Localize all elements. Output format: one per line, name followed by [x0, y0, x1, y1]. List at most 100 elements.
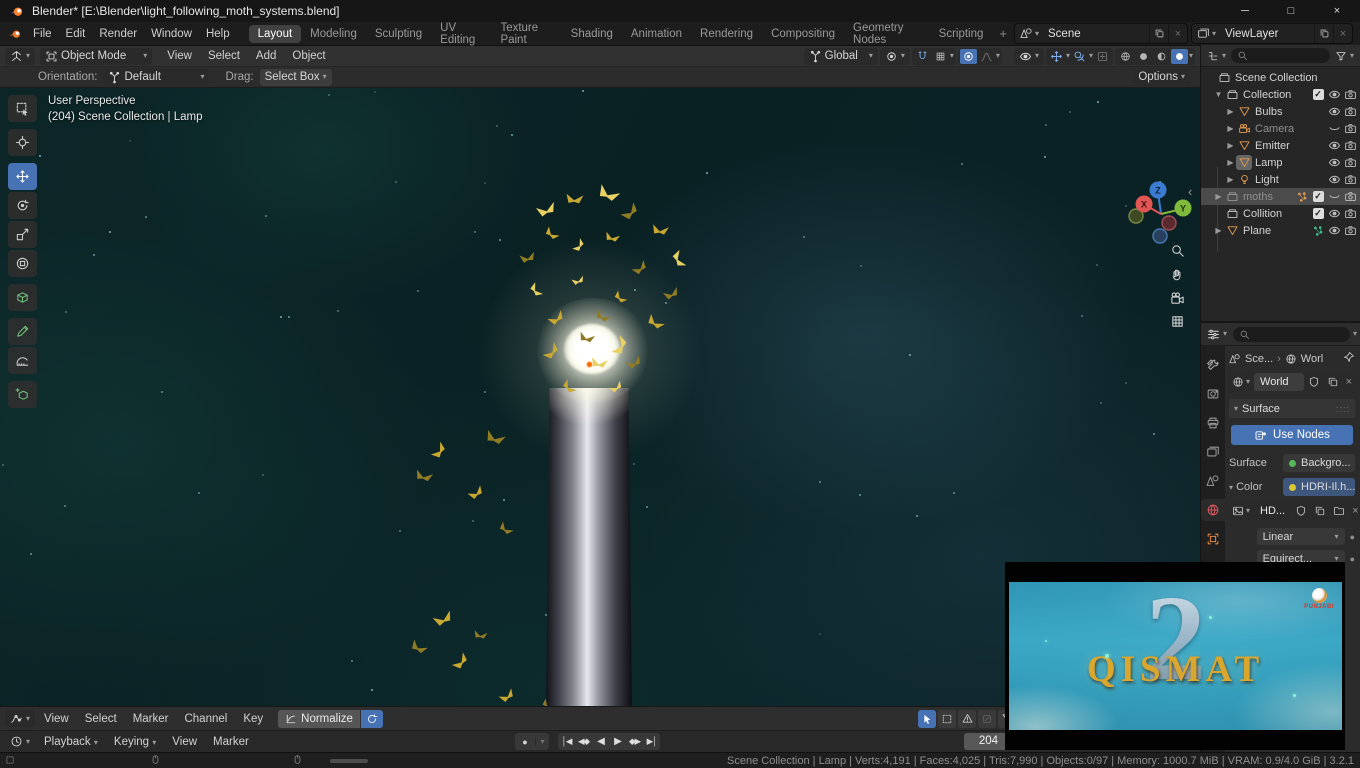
camera-visibility-icon[interactable]: [1342, 105, 1358, 118]
eye-closed-icon[interactable]: [1326, 122, 1342, 135]
pin-icon[interactable]: [1343, 351, 1355, 363]
properties-search[interactable]: [1233, 326, 1350, 342]
viewport-menu-add[interactable]: Add: [249, 50, 283, 62]
tab-object[interactable]: [1201, 528, 1225, 550]
copy-button[interactable]: [1311, 502, 1330, 520]
outliner-display-mode-button[interactable]: ▾: [1204, 47, 1230, 64]
pivot-point-dropdown[interactable]: ▾: [879, 47, 910, 65]
normalize-auto-icon[interactable]: [360, 709, 383, 728]
open-image-button[interactable]: [1330, 502, 1349, 520]
camera-visibility-icon[interactable]: [1342, 156, 1358, 169]
color-value-button[interactable]: HDRI-Il.h...: [1283, 478, 1355, 496]
tweak-cursor-icon[interactable]: [918, 709, 936, 728]
move-tool[interactable]: [8, 163, 37, 190]
viewlayer-copy-button[interactable]: [1314, 24, 1333, 43]
camera-visibility-icon[interactable]: [1342, 139, 1358, 152]
eye-icon[interactable]: [1326, 224, 1342, 237]
timeline-editor-type-button[interactable]: ▾: [5, 733, 36, 750]
expander-icon[interactable]: ▶: [1225, 175, 1236, 184]
camera-visibility-icon[interactable]: [1342, 207, 1358, 220]
record-caret[interactable]: ▾: [535, 737, 549, 746]
graph-menu-channel[interactable]: Channel: [177, 713, 234, 725]
outliner-row-light[interactable]: ▶ Light: [1201, 171, 1360, 188]
outliner-search[interactable]: [1231, 48, 1330, 63]
jump-end-button[interactable]: ▶│: [643, 733, 660, 750]
eye-icon[interactable]: [1326, 105, 1342, 118]
collection-checkbox[interactable]: ✓: [1310, 89, 1326, 100]
extension-dropdown[interactable]: Linear ▾: [1256, 528, 1345, 545]
tab-tool[interactable]: [1201, 354, 1225, 376]
outliner-row-scene-collection[interactable]: Scene Collection: [1201, 69, 1360, 86]
add-cube-tool[interactable]: [8, 284, 37, 311]
tab-layout[interactable]: Layout: [248, 24, 302, 43]
menu-render[interactable]: Render: [92, 26, 144, 42]
surface-panel-header[interactable]: ▾ Surface ::::: [1229, 399, 1355, 418]
timeline-menu-view[interactable]: View: [165, 736, 204, 748]
scene-name[interactable]: Scene: [1042, 28, 1149, 40]
properties-editor-type-button[interactable]: ▾: [1204, 325, 1231, 343]
status-scroll-handle[interactable]: [330, 759, 368, 763]
editor-type-button[interactable]: ▾: [5, 47, 36, 65]
tab-modeling[interactable]: Modeling: [301, 25, 366, 43]
viewlayer-remove-button[interactable]: ×: [1333, 24, 1352, 43]
falloff-caret[interactable]: ▾: [996, 52, 1000, 60]
tab-texture-paint[interactable]: Texture Paint: [491, 19, 561, 49]
expander-icon[interactable]: ▼: [1213, 90, 1224, 99]
next-keyframe-button[interactable]: ◆▶: [626, 733, 643, 750]
fake-user-button[interactable]: [1304, 373, 1323, 391]
menu-help[interactable]: Help: [199, 26, 237, 42]
add-workspace-button[interactable]: +: [992, 26, 1014, 41]
camera-visibility-icon[interactable]: [1342, 190, 1358, 203]
tab-scripting[interactable]: Scripting: [930, 25, 993, 43]
expander-icon[interactable]: ▶: [1213, 192, 1224, 201]
tab-rendering[interactable]: Rendering: [691, 25, 762, 43]
graph-menu-marker[interactable]: Marker: [126, 713, 176, 725]
record-icon[interactable]: ●: [515, 737, 535, 747]
outliner-row-lamp[interactable]: ▶ Lamp: [1201, 154, 1360, 171]
cursor-tool[interactable]: [8, 129, 37, 156]
panel-grip-icon[interactable]: ::::: [1336, 404, 1350, 414]
menu-window[interactable]: Window: [144, 26, 199, 42]
graph-menu-view[interactable]: View: [37, 713, 76, 725]
outliner-row-moths[interactable]: ▶ moths ✓: [1201, 188, 1360, 205]
pan-view-icon[interactable]: [1170, 267, 1185, 285]
outliner-row-emitter[interactable]: ▶ Emitter: [1201, 137, 1360, 154]
outliner-row-collition[interactable]: Collition ✓: [1201, 205, 1360, 222]
camera-visibility-icon[interactable]: [1342, 224, 1358, 237]
eye-icon[interactable]: [1326, 88, 1342, 101]
pip-video-overlay[interactable]: 2 QISMAT PUNJABI: [1005, 562, 1345, 750]
sidebar-collapse-icon[interactable]: ‹: [1188, 184, 1192, 199]
shading-rendered-icon[interactable]: [1170, 48, 1188, 64]
show-gizmo-icon[interactable]: [1048, 49, 1065, 64]
eye-icon[interactable]: [1326, 207, 1342, 220]
surface-shader-button[interactable]: Backgro...: [1283, 454, 1355, 472]
tab-sculpting[interactable]: Sculpting: [366, 25, 431, 43]
eye-icon[interactable]: [1326, 173, 1342, 186]
maximize-button[interactable]: □: [1268, 0, 1314, 22]
viewport-menu-object[interactable]: Object: [285, 50, 332, 62]
graph-menu-key[interactable]: Key: [236, 713, 270, 725]
viewlayer-name[interactable]: ViewLayer: [1219, 28, 1314, 40]
navigation-gizmo[interactable]: Z X Y: [1124, 178, 1198, 252]
show-overlays-icon[interactable]: [1071, 49, 1088, 64]
expander-icon[interactable]: ▶: [1225, 141, 1236, 150]
collection-checkbox[interactable]: ✓: [1310, 191, 1326, 202]
minimize-button[interactable]: ─: [1222, 0, 1268, 22]
tab-uv-editing[interactable]: UV Editing: [431, 19, 491, 49]
tab-shading[interactable]: Shading: [562, 25, 622, 43]
new-copy-button[interactable]: [1323, 373, 1342, 391]
proportional-edit-icon[interactable]: [959, 48, 977, 64]
tab-output[interactable]: [1201, 412, 1225, 434]
shading-caret[interactable]: ▾: [1189, 52, 1193, 60]
jump-start-button[interactable]: │◀: [558, 733, 575, 750]
transform-orientation-dropdown[interactable]: Global ▾: [803, 47, 878, 65]
eye-icon[interactable]: [1326, 139, 1342, 152]
tab-render[interactable]: [1201, 383, 1225, 405]
properties-options-caret[interactable]: ▾: [1353, 330, 1357, 338]
tab-animation[interactable]: Animation: [622, 25, 691, 43]
shading-solid-icon[interactable]: [1135, 49, 1152, 64]
options-dropdown[interactable]: Options ▾: [1133, 68, 1190, 86]
animate-dot[interactable]: ●: [1350, 532, 1355, 542]
graph-editor-type-button[interactable]: ▾: [5, 710, 36, 727]
breadcrumb-scene[interactable]: Sce...: [1245, 353, 1273, 365]
